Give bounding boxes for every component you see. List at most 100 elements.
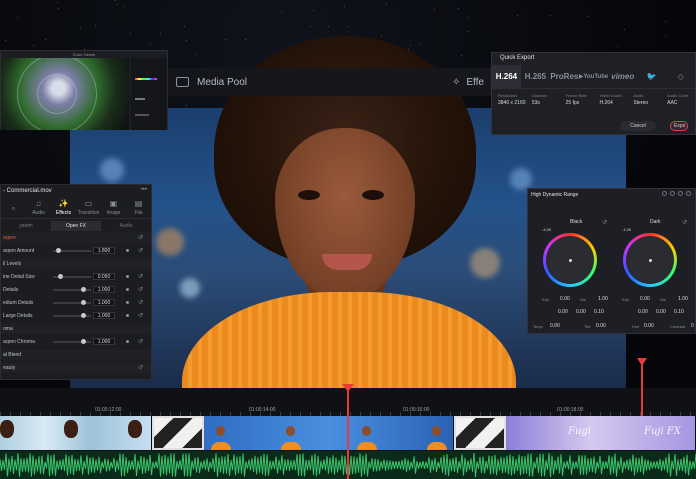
parameter-slider[interactable]: [53, 287, 91, 292]
transition-clip[interactable]: [152, 416, 204, 450]
quick-export-title: Quick Export: [500, 55, 535, 61]
reset-icon[interactable]: ↺: [138, 298, 143, 308]
keyframe-icon[interactable]: [126, 249, 129, 252]
slider-knob[interactable]: [80, 313, 86, 318]
keyframe-icon[interactable]: [126, 314, 129, 317]
tint-value[interactable]: 0.00: [596, 323, 606, 329]
tab-prores[interactable]: ProRes: [550, 65, 579, 89]
tab-vimeo[interactable]: vimeo: [608, 65, 637, 89]
star: [385, 2, 387, 4]
sat-value[interactable]: 1.00: [678, 296, 688, 302]
parameter-slider[interactable]: [53, 339, 91, 344]
clip-smiling-woman[interactable]: [0, 416, 152, 450]
inspector-row-label: oma: [3, 326, 13, 332]
transition-clip[interactable]: [454, 416, 506, 450]
media-pool-icon[interactable]: [176, 77, 189, 87]
reset-icon[interactable]: ↺: [138, 272, 143, 282]
zone-icon[interactable]: [686, 191, 691, 196]
star: [310, 25, 312, 27]
timeline-marker[interactable]: [641, 360, 643, 416]
y-value[interactable]: 0.00: [576, 309, 586, 315]
subtab-open-fx[interactable]: Open FX: [51, 221, 101, 231]
clip-title-text: Fuji FX: [644, 426, 681, 437]
tab-h265[interactable]: H.265: [521, 65, 550, 89]
menu-item-effects[interactable]: Effe: [466, 77, 484, 88]
parameter-value[interactable]: 1.000: [93, 286, 115, 293]
cancel-button[interactable]: Cancel: [620, 121, 656, 131]
zone-icon[interactable]: [662, 191, 667, 196]
keyframe-icon[interactable]: [126, 301, 129, 304]
tab-file[interactable]: ▤ File: [126, 197, 151, 218]
parameter-value[interactable]: 0.050: [93, 273, 115, 280]
sat-value[interactable]: 1.00: [598, 296, 608, 302]
star: [183, 26, 185, 28]
effects-icon[interactable]: ✧: [452, 77, 460, 88]
scope-trace: [135, 114, 149, 116]
more-options-icon[interactable]: •••: [141, 187, 147, 193]
color-wheel-dark[interactable]: [623, 233, 677, 287]
contrast-value[interactable]: 0: [691, 323, 694, 329]
keyframe-icon[interactable]: [126, 340, 129, 343]
tab-h264[interactable]: H.264: [492, 64, 521, 89]
parameter-slider[interactable]: [53, 274, 91, 279]
inspector-row-label: eauty: [3, 365, 16, 371]
parameter-slider[interactable]: [53, 300, 91, 305]
parameter-slider[interactable]: [53, 248, 91, 253]
star: [114, 0, 116, 2]
subtab-system[interactable]: ystem: [1, 221, 51, 231]
parameter-value[interactable]: 1.000: [93, 312, 115, 319]
hue-value[interactable]: 0.00: [644, 323, 654, 329]
color-wheel-black[interactable]: [543, 233, 597, 287]
parameter-value[interactable]: 1.800: [93, 247, 115, 254]
slider-knob[interactable]: [80, 339, 86, 344]
slider-knob[interactable]: [56, 248, 62, 253]
star: [44, 39, 46, 41]
x-value[interactable]: 0.00: [558, 309, 568, 315]
reset-icon[interactable]: ↺: [138, 337, 143, 347]
tab-youtube[interactable]: ▶YouTube: [579, 64, 608, 89]
reset-icon[interactable]: ↺: [138, 285, 143, 295]
reset-icon[interactable]: ↺: [602, 219, 607, 226]
reset-icon[interactable]: ↺: [138, 233, 143, 243]
tab-effects[interactable]: ✨ Effects: [51, 197, 76, 218]
zone-icon[interactable]: [678, 191, 683, 196]
parameter-value[interactable]: 1.000: [93, 299, 115, 306]
hue-label: Hue: [632, 324, 640, 329]
twitter-icon[interactable]: 🐦: [637, 65, 666, 89]
menu-item-media-pool[interactable]: Media Pool: [197, 77, 247, 88]
clip-title-card[interactable]: Fugi Fuji FX: [506, 416, 696, 450]
exp-value[interactable]: 0.00: [640, 296, 650, 302]
temp-value[interactable]: 0.00: [550, 323, 560, 329]
export-button[interactable]: Expo: [670, 121, 688, 131]
dropbox-icon[interactable]: ◇: [666, 65, 695, 89]
spec-duration: Duration 53s: [531, 93, 547, 106]
tab-transition[interactable]: ▭ Transition: [76, 197, 101, 218]
clip-portrait[interactable]: [204, 416, 454, 450]
playhead[interactable]: [347, 386, 349, 479]
reset-icon[interactable]: ↺: [138, 363, 143, 373]
tab-video[interactable]: o: [1, 197, 26, 218]
keyframe-icon[interactable]: [126, 275, 129, 278]
reset-icon[interactable]: ↺: [682, 219, 687, 226]
parameter-value[interactable]: 1.000: [93, 338, 115, 345]
slider-knob[interactable]: [80, 287, 86, 292]
star: [186, 39, 188, 41]
z-value[interactable]: 0.10: [674, 309, 684, 315]
slider-knob[interactable]: [80, 300, 86, 305]
exp-value[interactable]: 0.00: [560, 296, 570, 302]
slider-knob[interactable]: [58, 274, 64, 279]
reset-icon[interactable]: ↺: [138, 311, 143, 321]
keyframe-icon[interactable]: [126, 288, 129, 291]
subtab-audio[interactable]: Audio: [101, 221, 151, 231]
tab-image[interactable]: ▣ Image: [101, 197, 126, 218]
quick-export-specs: Resolution 3840 x 2160 Duration 53s Frame …: [492, 93, 695, 106]
z-value[interactable]: 0.10: [594, 309, 604, 315]
tab-audio[interactable]: ♫ Audio: [26, 197, 51, 218]
zone-icon[interactable]: [670, 191, 675, 196]
spec-audio: Audio Stereo: [633, 93, 649, 106]
y-value[interactable]: 0.00: [656, 309, 666, 315]
x-value[interactable]: 0.00: [638, 309, 648, 315]
parameter-slider[interactable]: [53, 313, 91, 318]
reset-icon[interactable]: ↺: [138, 246, 143, 256]
star: [56, 2, 58, 4]
